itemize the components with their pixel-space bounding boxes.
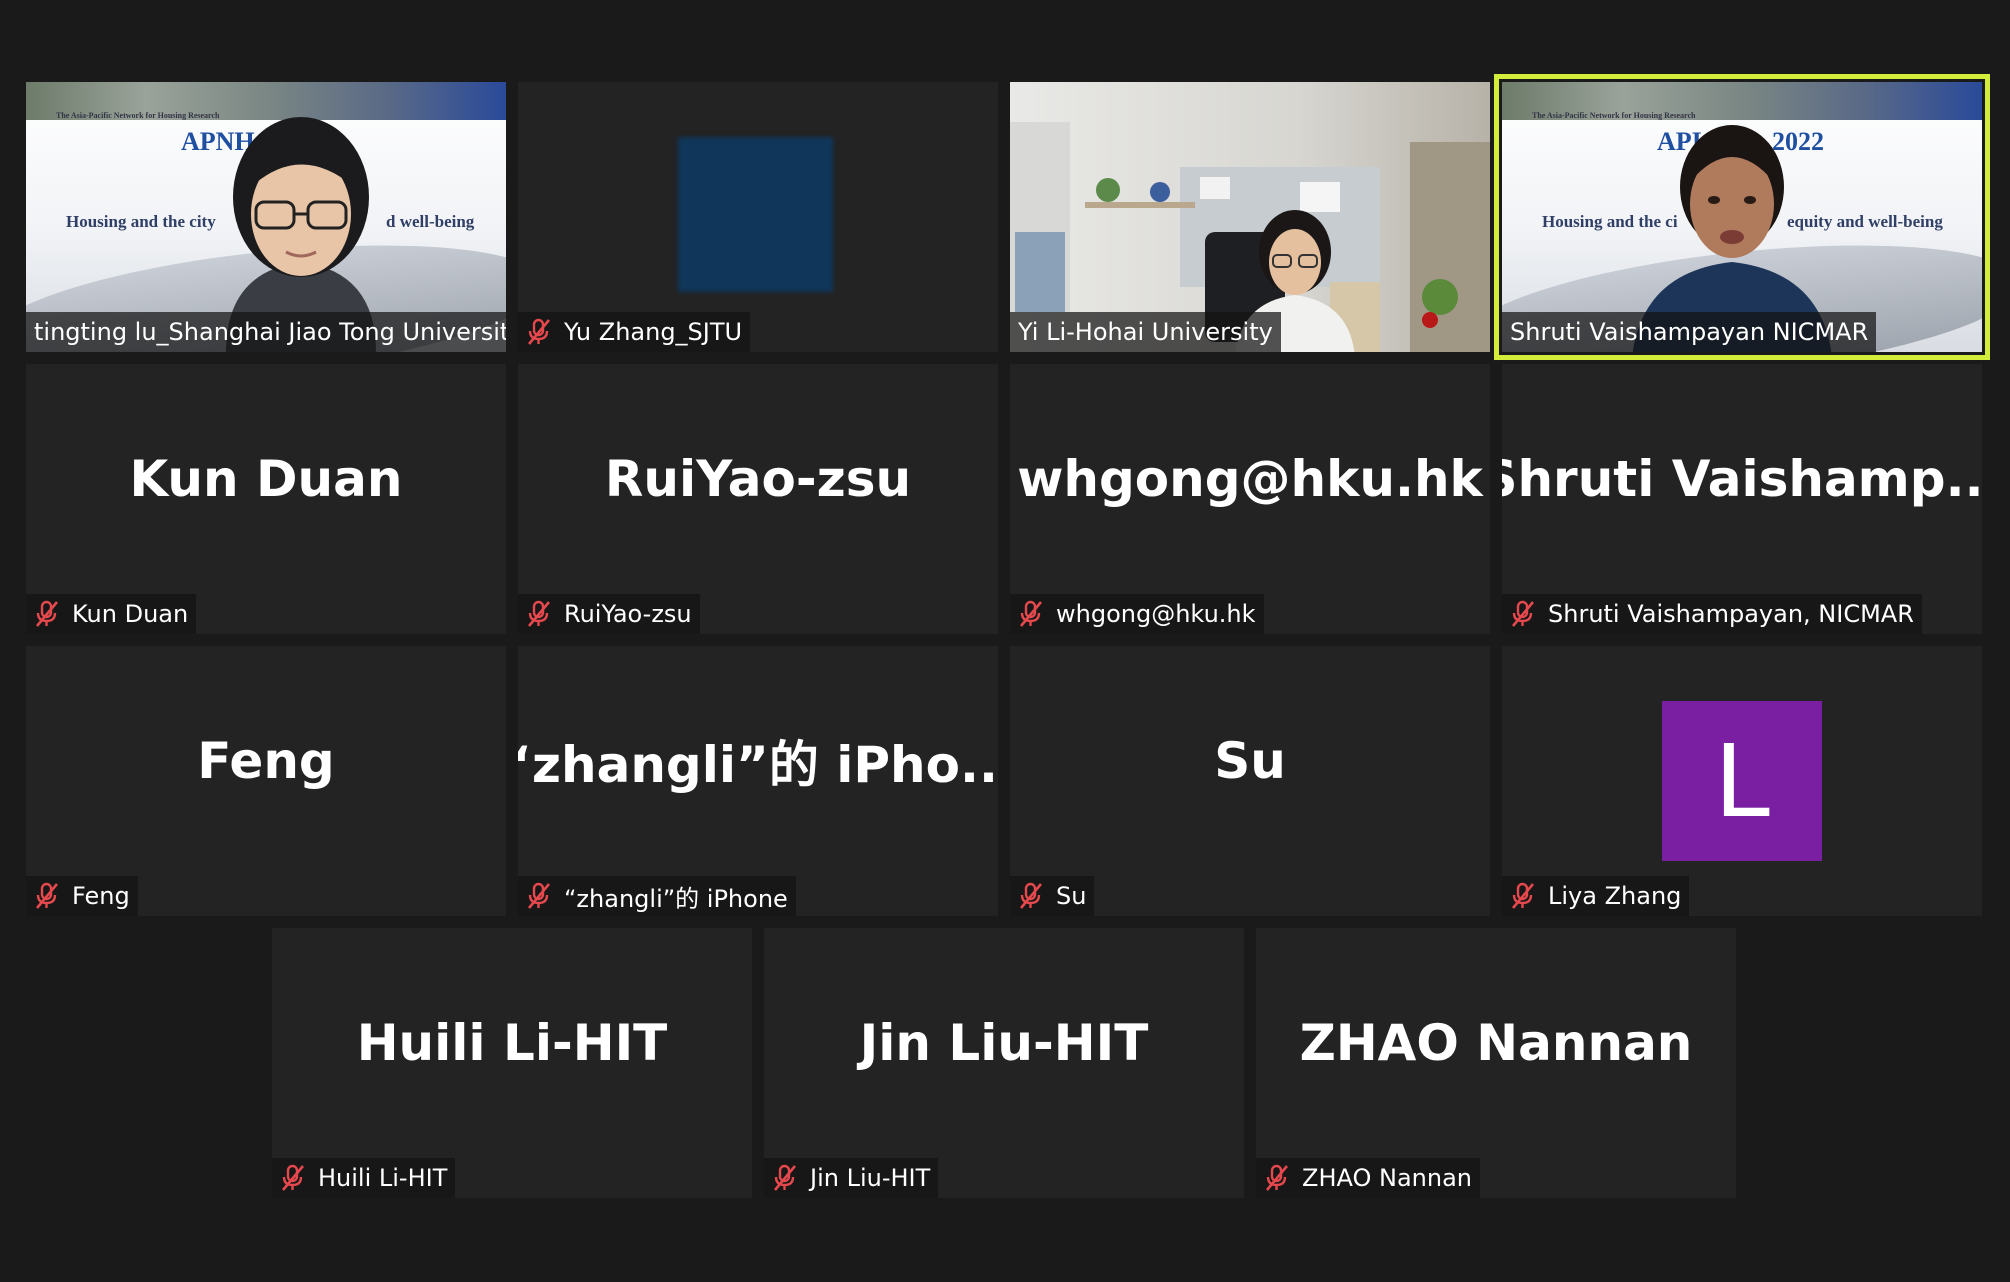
participant-display-name: Su	[1214, 732, 1286, 790]
participant-name: “zhangli”的 iPhone	[564, 884, 788, 913]
participant-tile[interactable]: RuiYao-zsu RuiYao-zsu	[518, 364, 998, 634]
participant-name: Huili Li-HIT	[318, 1164, 448, 1192]
participant-tile[interactable]: The Asia-Pacific Network for Housing Res…	[26, 82, 506, 352]
microphone-muted-icon	[34, 600, 60, 628]
participant-tile[interactable]: Huili Li-HIT Huili Li-HIT	[272, 928, 752, 1198]
participant-tile[interactable]: Jin Liu-HIT Jin Liu-HIT	[764, 928, 1244, 1198]
participant-tile[interactable]: ZHAO Nannan ZHAO Nannan	[1256, 928, 1736, 1198]
participant-display-name: Huili Li-HIT	[356, 1014, 668, 1072]
participant-name: RuiYao-zsu	[564, 600, 692, 628]
participant-display-name: RuiYao-zsu	[604, 450, 912, 508]
microphone-muted-icon	[526, 600, 552, 628]
participant-name: Shruti Vaishampayan NICMAR	[1510, 318, 1869, 346]
microphone-muted-icon	[34, 882, 60, 910]
participant-tile[interactable]: L Liya Zhang	[1502, 646, 1982, 916]
participant-name: Su	[1056, 882, 1087, 910]
participant-tile[interactable]: Kun Duan Kun Duan	[26, 364, 506, 634]
participant-name: Yi Li-Hohai University	[1018, 318, 1273, 346]
participant-name-label: “zhangli”的 iPhone	[518, 876, 796, 916]
participant-tile[interactable]: Shruti Vaishamp... Shruti Vaishampayan, N…	[1502, 364, 1982, 634]
participant-display-name: Shruti Vaishamp...	[1502, 450, 1982, 508]
microphone-muted-icon	[1510, 882, 1536, 910]
microphone-muted-icon	[1018, 600, 1044, 628]
participant-tile[interactable]: Su Su	[1010, 646, 1490, 916]
participant-name-label: Su	[1010, 876, 1095, 916]
participant-name: ZHAO Nannan	[1302, 1164, 1473, 1192]
banner-caption: The Asia-Pacific Network for Housing Res…	[56, 111, 220, 120]
participant-name: tingting lu_Shanghai Jiao Tong Universit…	[34, 318, 506, 346]
participant-display-name: Feng	[197, 732, 335, 790]
microphone-muted-icon	[526, 882, 552, 910]
avatar: L	[1662, 701, 1822, 861]
participant-name: Jin Liu-HIT	[810, 1164, 931, 1192]
participant-tile[interactable]: “zhangli”的 iPho... “zhangli”的 iPhone	[518, 646, 998, 916]
participant-name: whgong@hku.hk	[1056, 600, 1256, 628]
participant-tile[interactable]: The Asia-Pacific Network for Housing Res…	[1494, 74, 1990, 360]
participant-name-label: Jin Liu-HIT	[764, 1158, 939, 1198]
participant-name: Feng	[72, 882, 130, 910]
participant-display-name: Jin Liu-HIT	[859, 1014, 1149, 1072]
video-gallery: The Asia-Pacific Network for Housing Res…	[0, 0, 2010, 1282]
participant-name: Kun Duan	[72, 600, 189, 628]
participant-name-label: tingting lu_Shanghai Jiao Tong Universit…	[26, 312, 506, 352]
participant-display-name: whgong@hku.hk	[1017, 450, 1483, 508]
participant-tile[interactable]: whgong@hku.hk whgong@hku.hk	[1010, 364, 1490, 634]
participant-name-label: Yu Zhang_SJTU	[518, 312, 751, 352]
banner-subtitle-left: Housing and the city	[66, 212, 216, 231]
participant-name: Yu Zhang_SJTU	[564, 318, 743, 346]
microphone-muted-icon	[280, 1164, 306, 1192]
microphone-muted-icon	[1018, 882, 1044, 910]
participant-name-label: Yi Li-Hohai University	[1010, 312, 1281, 352]
participant-name-label: Feng	[26, 876, 138, 916]
participant-name-label: whgong@hku.hk	[1010, 594, 1264, 634]
banner-subtitle-right: d well-being	[386, 212, 475, 231]
participant-name-label: Shruti Vaishampayan NICMAR	[1502, 312, 1877, 352]
blurred-video-feed	[678, 137, 833, 292]
participant-name: Shruti Vaishampayan, NICMAR	[1548, 600, 1914, 628]
participant-display-name: Kun Duan	[129, 450, 403, 508]
participant-name-label: Huili Li-HIT	[272, 1158, 456, 1198]
participant-display-name: “zhangli”的 iPho...	[518, 736, 998, 794]
microphone-muted-icon	[526, 318, 552, 346]
participant-name: Liya Zhang	[1548, 882, 1682, 910]
microphone-muted-icon	[1510, 600, 1536, 628]
participant-name-label: ZHAO Nannan	[1256, 1158, 1481, 1198]
participant-tile[interactable]: Yi Li-Hohai University	[1010, 82, 1490, 352]
participant-display-name: ZHAO Nannan	[1299, 1014, 1693, 1072]
participant-name-label: RuiYao-zsu	[518, 594, 700, 634]
participant-name-label: Shruti Vaishampayan, NICMAR	[1502, 594, 1922, 634]
microphone-muted-icon	[1264, 1164, 1290, 1192]
participant-tile[interactable]: Yu Zhang_SJTU	[518, 82, 998, 352]
microphone-muted-icon	[772, 1164, 798, 1192]
participant-name-label: Liya Zhang	[1502, 876, 1690, 916]
participant-name-label: Kun Duan	[26, 594, 197, 634]
participant-tile[interactable]: Feng Feng	[26, 646, 506, 916]
